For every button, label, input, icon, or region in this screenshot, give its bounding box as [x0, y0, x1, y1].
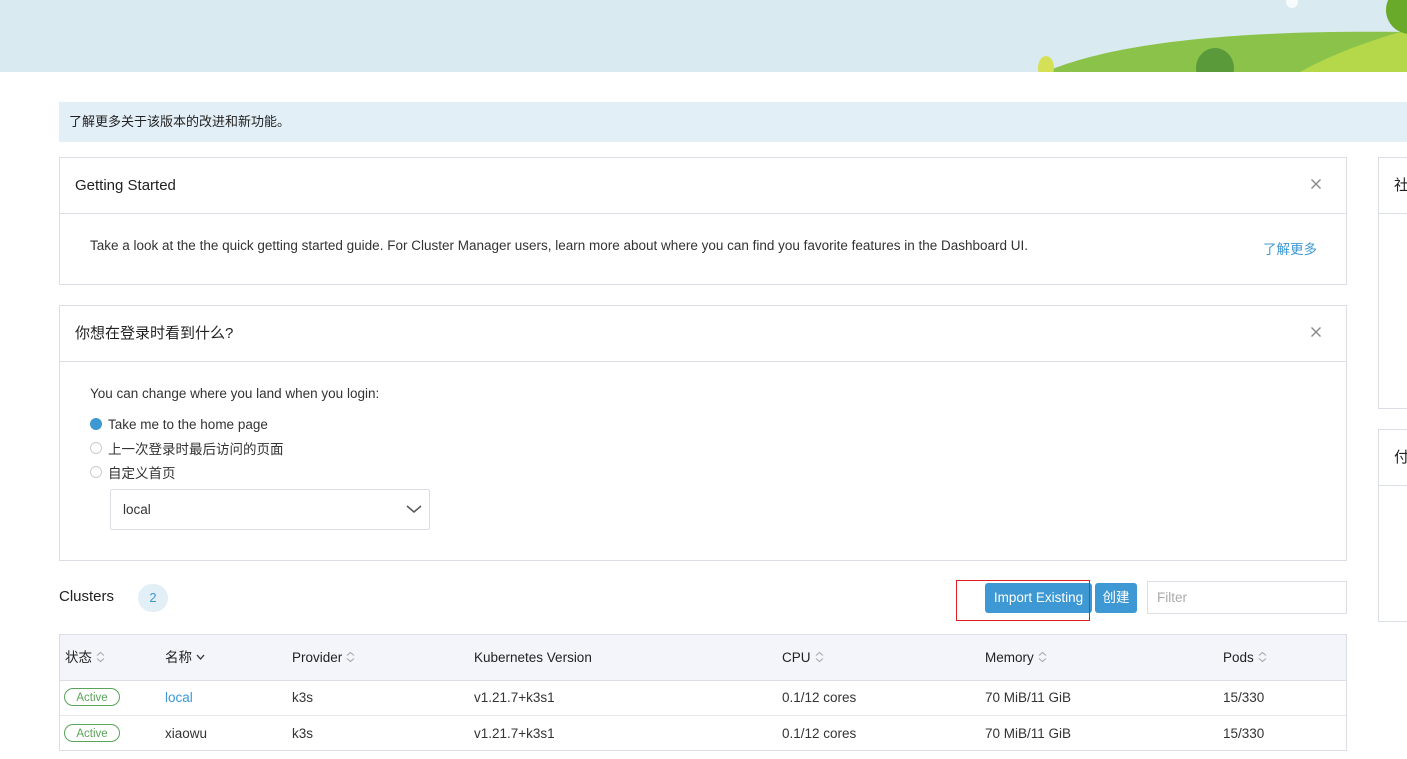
sort-icon — [1258, 636, 1267, 681]
column-header-provider[interactable]: Provider — [292, 635, 355, 681]
cluster-name: xiaowu — [165, 726, 208, 741]
cell-pods: 15/330 — [1223, 726, 1265, 741]
status-badge: Active — [64, 724, 120, 742]
cell-provider: k3s — [292, 726, 314, 741]
getting-started-card: Getting Started Take a look at the the q… — [59, 157, 1347, 285]
clusters-title: Clusters — [59, 588, 115, 605]
hills-illustration — [1038, 0, 1407, 72]
status-badge: Active — [64, 688, 120, 706]
table-row: Active xiaowu k3s v1.21.7+k3s1 0.1/12 co… — [60, 716, 1346, 751]
side-panel-header: 付 — [1379, 430, 1407, 486]
side-panel-support: 付 — [1378, 429, 1407, 622]
clusters-count-badge: 2 — [138, 584, 168, 612]
side-panel-title: 社 — [1394, 158, 1407, 213]
column-header-state[interactable]: 状态 — [65, 635, 105, 681]
radio-label: 自定义首页 — [108, 466, 176, 481]
landing-prompt: You can change where you land when you l… — [90, 386, 380, 401]
card-title: Getting Started — [75, 177, 176, 194]
create-button[interactable]: 创建 — [1095, 583, 1137, 613]
column-header-k8s-version: Kubernetes Version — [474, 650, 592, 665]
import-existing-button[interactable]: Import Existing — [985, 583, 1092, 613]
sort-icon — [815, 636, 824, 681]
column-header-name[interactable]: 名称 — [165, 635, 205, 681]
header-banner — [0, 0, 1407, 72]
radio-label: Take me to the home page — [108, 416, 268, 432]
side-panel-title: 付 — [1394, 430, 1407, 485]
table-header: 状态 名称 Provider Kubernetes Version CPU Me… — [60, 635, 1346, 681]
radio-unchecked-icon[interactable] — [90, 442, 102, 454]
sort-icon — [96, 636, 105, 681]
card-header: Getting Started — [60, 158, 1346, 214]
cell-cpu: 0.1/12 cores — [782, 726, 857, 741]
cell-memory: 70 MiB/11 GiB — [985, 690, 1072, 705]
side-panel-community: 社 — [1378, 157, 1407, 409]
close-icon[interactable] — [1306, 174, 1326, 194]
column-header-cpu[interactable]: CPU — [782, 635, 824, 681]
cell-provider: k3s — [292, 690, 314, 705]
sort-icon — [1038, 636, 1047, 681]
landing-preference-card: 你想在登录时看到什么? You can change where you lan… — [59, 305, 1347, 561]
radio-home-page[interactable]: Take me to the home page — [90, 414, 268, 434]
clusters-table: 状态 名称 Provider Kubernetes Version CPU Me… — [59, 634, 1347, 751]
cell-pods: 15/330 — [1223, 690, 1265, 705]
side-panel-header: 社 — [1379, 158, 1407, 214]
column-header-pods[interactable]: Pods — [1223, 635, 1267, 681]
radio-checked-icon[interactable] — [90, 418, 102, 430]
getting-started-text: Take a look at the the quick getting sta… — [90, 238, 1029, 253]
filter-input[interactable] — [1147, 581, 1347, 614]
cell-version: v1.21.7+k3s1 — [474, 690, 555, 705]
radio-last-visited[interactable]: 上一次登录时最后访问的页面 — [90, 438, 284, 458]
sort-icon — [346, 636, 355, 681]
radio-label: 上一次登录时最后访问的页面 — [108, 442, 284, 457]
column-header-memory[interactable]: Memory — [985, 635, 1047, 681]
select-value: local — [123, 502, 151, 517]
learn-more-link[interactable]: 了解更多 — [1263, 238, 1317, 258]
chevron-down-icon — [405, 502, 423, 519]
radio-unchecked-icon[interactable] — [90, 466, 102, 478]
sort-down-icon — [196, 636, 205, 681]
cluster-name-link[interactable]: local — [165, 680, 193, 715]
cell-version: v1.21.7+k3s1 — [474, 726, 555, 741]
card-title: 你想在登录时看到什么? — [75, 325, 234, 342]
release-notes-bar[interactable]: 了解更多关于该版本的改进和新功能。 — [59, 102, 1407, 142]
table-row: Active local k3s v1.21.7+k3s1 0.1/12 cor… — [60, 680, 1346, 716]
card-header: 你想在登录时看到什么? — [60, 306, 1346, 362]
cluster-select[interactable]: local — [110, 489, 430, 530]
cell-memory: 70 MiB/11 GiB — [985, 726, 1072, 741]
close-icon[interactable] — [1306, 322, 1326, 342]
cell-cpu: 0.1/12 cores — [782, 690, 857, 705]
radio-custom-page[interactable]: 自定义首页 — [90, 462, 176, 482]
card-body: Take a look at the the quick getting sta… — [60, 214, 1346, 286]
